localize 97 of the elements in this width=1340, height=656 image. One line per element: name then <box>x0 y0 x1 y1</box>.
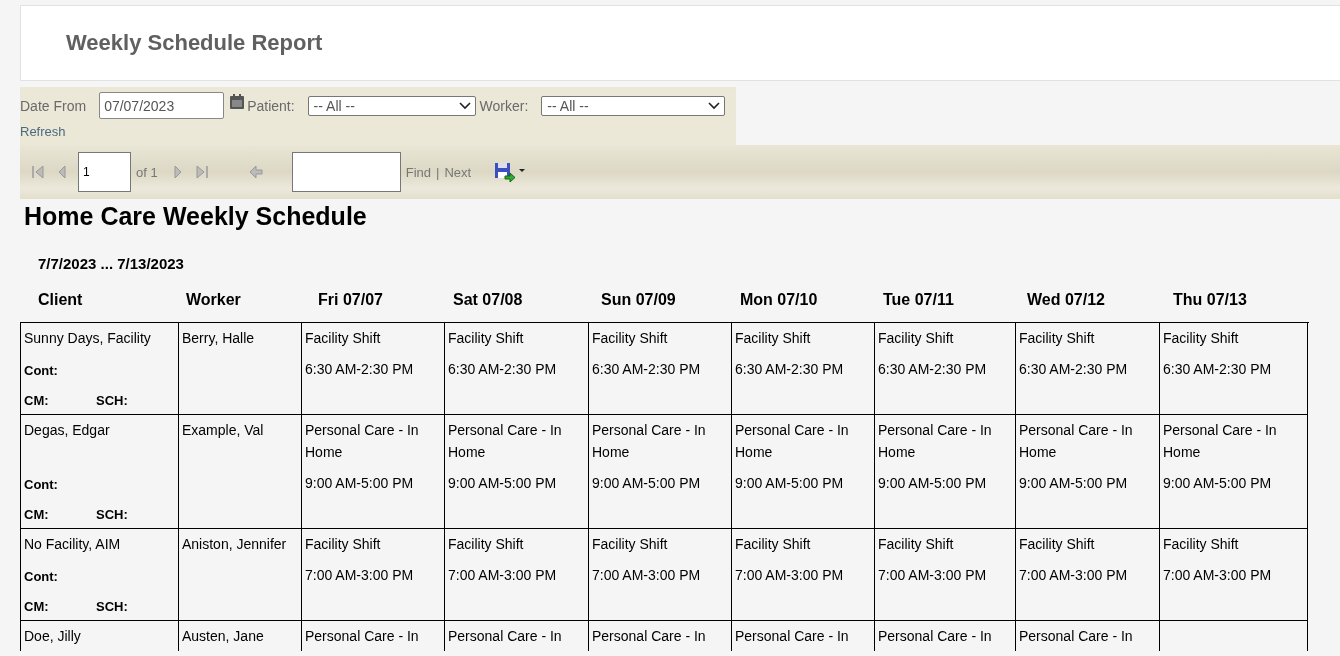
sch-label: SCH: <box>96 392 128 410</box>
cont-label: Cont: <box>24 362 58 380</box>
service-name: Personal Care - In <box>305 627 419 646</box>
cont-label: Cont: <box>24 568 58 586</box>
export-save-icon[interactable] <box>493 161 528 183</box>
column-header: Mon 07/10 <box>740 291 818 308</box>
service-name: Facility Shift <box>592 329 668 348</box>
column-header: Fri 07/07 <box>318 291 383 308</box>
service-name: Facility Shift <box>735 329 811 348</box>
previous-page-icon[interactable] <box>56 164 68 180</box>
service-name: Personal Care - In Home <box>878 421 993 462</box>
shift-time: 7:00 AM-3:00 PM <box>878 566 987 585</box>
shift-time: 7:00 AM-3:00 PM <box>448 566 557 585</box>
shift-time: 9:00 AM-5:00 PM <box>1163 474 1272 493</box>
service-name: Facility Shift <box>735 535 811 554</box>
shift-time: 6:30 AM-2:30 PM <box>1163 360 1272 379</box>
shift-time: 7:00 AM-3:00 PM <box>1163 566 1272 585</box>
worker-name: Example, Val <box>182 421 264 440</box>
shift-time: 7:00 AM-3:00 PM <box>305 566 414 585</box>
next-page-icon[interactable] <box>171 164 184 180</box>
shift-time: 6:30 AM-2:30 PM <box>592 360 701 379</box>
service-name: Facility Shift <box>878 535 954 554</box>
first-page-icon[interactable] <box>30 164 46 180</box>
patient-label: Patient: <box>247 97 295 114</box>
worker-name: Aniston, Jennifer <box>182 535 287 554</box>
service-name: Facility Shift <box>448 329 524 348</box>
column-header: Tue 07/11 <box>883 291 954 308</box>
column-header: Worker <box>186 291 241 308</box>
date-range: 7/7/2023 ... 7/13/2023 <box>37 254 185 272</box>
shift-time: 6:30 AM-2:30 PM <box>1019 360 1128 379</box>
cm-label: CM: <box>24 506 50 524</box>
client-name: No Facility, AIM <box>24 535 121 554</box>
service-name: Facility Shift <box>1019 329 1095 348</box>
shift-time: 6:30 AM-2:30 PM <box>735 360 844 379</box>
shift-time: 7:00 AM-3:00 PM <box>592 566 701 585</box>
worker-label: Worker: <box>479 97 529 114</box>
service-name: Personal Care - In Home <box>592 421 707 462</box>
separator-text: | <box>436 164 440 180</box>
service-name: Personal Care - In Home <box>735 421 850 462</box>
service-name: Personal Care - In Home <box>1163 421 1278 462</box>
find-field[interactable] <box>291 152 401 192</box>
page-number-field[interactable]: 1 <box>78 152 131 192</box>
service-name: Facility Shift <box>878 329 954 348</box>
service-name: Facility Shift <box>592 535 668 554</box>
worker-dropdown[interactable]: -- All -- <box>541 95 726 116</box>
page-count: of 1 <box>136 164 158 180</box>
last-page-icon[interactable] <box>193 164 210 180</box>
column-header: Sat 07/08 <box>453 291 523 308</box>
shift-time: 7:00 AM-3:00 PM <box>735 566 844 585</box>
shift-time: 9:00 AM-5:00 PM <box>305 474 414 493</box>
worker-name: Austen, Jane <box>182 627 264 646</box>
patient-dropdown[interactable]: -- All -- <box>307 95 476 116</box>
shift-time: 9:00 AM-5:00 PM <box>878 474 987 493</box>
client-name: Doe, Jilly <box>24 627 81 646</box>
service-name: Personal Care - In <box>1019 627 1133 646</box>
shift-time: 9:00 AM-5:00 PM <box>592 474 701 493</box>
service-name: Facility Shift <box>1163 535 1239 554</box>
service-name: Personal Care - In <box>448 627 562 646</box>
client-name: Sunny Days, Facility <box>24 329 151 348</box>
refresh-link[interactable]: Refresh <box>20 124 66 139</box>
cont-label: Cont: <box>24 476 58 494</box>
column-header: Wed 07/12 <box>1027 291 1105 308</box>
sch-label: SCH: <box>96 506 128 524</box>
column-header: Client <box>38 291 83 308</box>
cm-label: CM: <box>24 598 50 616</box>
column-header: Thu 07/13 <box>1173 291 1247 308</box>
report-title: Home Care Weekly Schedule <box>23 201 368 231</box>
service-name: Personal Care - In <box>878 627 992 646</box>
calendar-icon[interactable] <box>229 94 246 110</box>
shift-time: 7:00 AM-3:00 PM <box>1019 566 1128 585</box>
chevron-icon <box>458 101 471 110</box>
service-name: Personal Care - In <box>735 627 849 646</box>
service-name: Personal Care - In <box>592 627 706 646</box>
shift-time: 9:00 AM-5:00 PM <box>448 474 557 493</box>
service-name: Facility Shift <box>1019 535 1095 554</box>
page-title: Weekly Schedule Report <box>66 30 323 56</box>
shift-time: 9:00 AM-5:00 PM <box>1019 474 1128 493</box>
sch-label: SCH: <box>96 598 128 616</box>
column-header: Sun 07/09 <box>601 291 676 308</box>
chevron-icon <box>708 101 721 110</box>
shift-time: 6:30 AM-2:30 PM <box>305 360 414 379</box>
service-name: Facility Shift <box>448 535 524 554</box>
worker-name: Berry, Halle <box>182 329 255 348</box>
date-from-label: Date From <box>20 97 87 114</box>
client-name: Degas, Edgar <box>24 421 110 440</box>
service-name: Facility Shift <box>305 535 381 554</box>
service-name: Personal Care - In Home <box>1019 421 1134 462</box>
shift-time: 6:30 AM-2:30 PM <box>878 360 987 379</box>
service-name: Personal Care - In Home <box>448 421 563 462</box>
shift-time: 9:00 AM-5:00 PM <box>735 474 844 493</box>
shift-time: 6:30 AM-2:30 PM <box>448 360 557 379</box>
service-name: Facility Shift <box>1163 329 1239 348</box>
date-from-field[interactable]: 07/07/2023 <box>99 92 225 119</box>
service-name: Facility Shift <box>305 329 381 348</box>
cm-label: CM: <box>24 392 50 410</box>
back-arrow-icon[interactable] <box>247 164 264 180</box>
service-name: Personal Care - In Home <box>305 421 420 462</box>
